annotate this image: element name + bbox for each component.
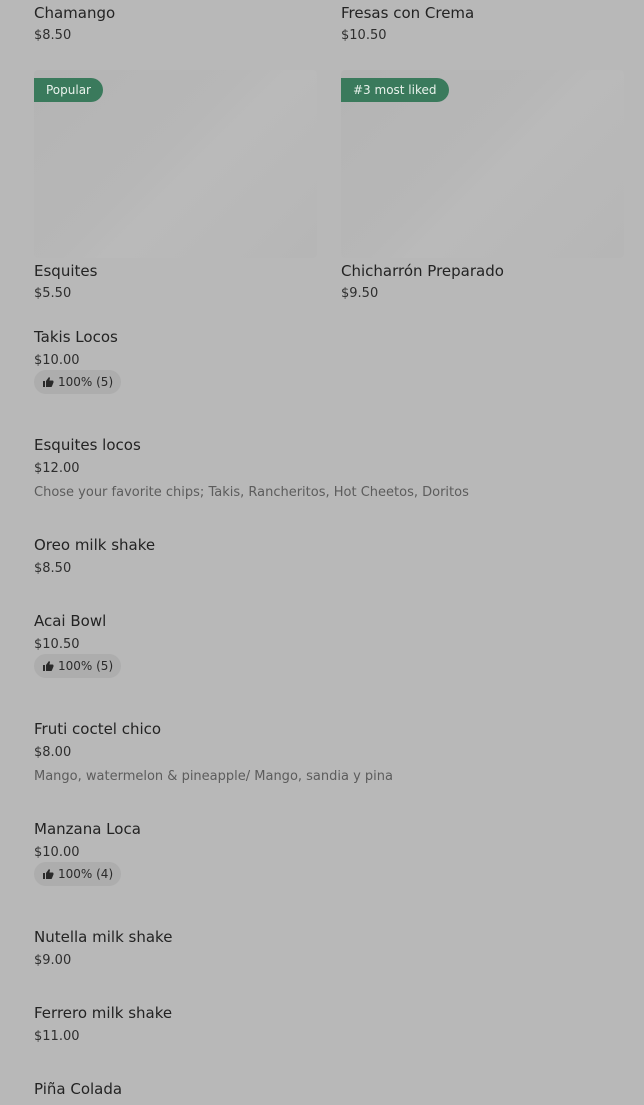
item-description: Chose your favorite chips; Takis, Ranche…: [34, 485, 469, 500]
item-price: $10.50: [341, 28, 387, 43]
rating-badge: 100% (4): [34, 862, 122, 886]
item-name: Esquites: [34, 262, 98, 280]
thumbs-up-icon: [42, 376, 54, 388]
item-name: Fruti coctel chico: [34, 720, 162, 738]
thumbs-up-icon: [42, 868, 54, 880]
popular-badge: Popular: [34, 78, 103, 102]
thumbs-up-icon: [42, 660, 54, 672]
rating-text: 100% (5): [58, 375, 114, 389]
item-name: Chicharrón Preparado: [341, 262, 504, 280]
rating-badge: 100% (5): [34, 654, 122, 678]
item-name: Piña Colada: [34, 1080, 123, 1098]
item-price: $8.00: [34, 745, 72, 760]
item-price: $5.50: [34, 286, 72, 301]
item-name: Ferrero milk shake: [34, 1004, 173, 1022]
item-description: Mango, watermelon & pineapple/ Mango, sa…: [34, 769, 393, 784]
item-name: Fresas con Crema: [341, 4, 475, 22]
item-price: $8.50: [34, 28, 72, 43]
item-name: Takis Locos: [34, 328, 118, 346]
item-name: Acai Bowl: [34, 612, 107, 630]
item-price: $10.00: [34, 353, 80, 368]
item-price: $8.50: [34, 561, 72, 576]
item-name: Chamango: [34, 4, 116, 22]
item-price: $10.00: [34, 845, 80, 860]
item-price: $9.50: [341, 286, 379, 301]
rating-text: 100% (4): [58, 867, 114, 881]
item-price: $9.00: [34, 953, 72, 968]
item-name: Esquites locos: [34, 436, 141, 454]
item-name: Manzana Loca: [34, 820, 141, 838]
menu-page: Chamango $8.50 Fresas con Crema $10.50 P…: [0, 0, 644, 1105]
item-name: Oreo milk shake: [34, 536, 156, 554]
item-price: $11.00: [34, 1029, 80, 1044]
item-name: Nutella milk shake: [34, 928, 173, 946]
item-price: $12.00: [34, 461, 80, 476]
rating-text: 100% (5): [58, 659, 114, 673]
item-price: $10.50: [34, 637, 80, 652]
list-item-pina-colada[interactable]: Piña Colada: [34, 1079, 624, 1105]
most-liked-badge: #3 most liked: [341, 78, 449, 102]
rating-badge: 100% (5): [34, 370, 122, 394]
